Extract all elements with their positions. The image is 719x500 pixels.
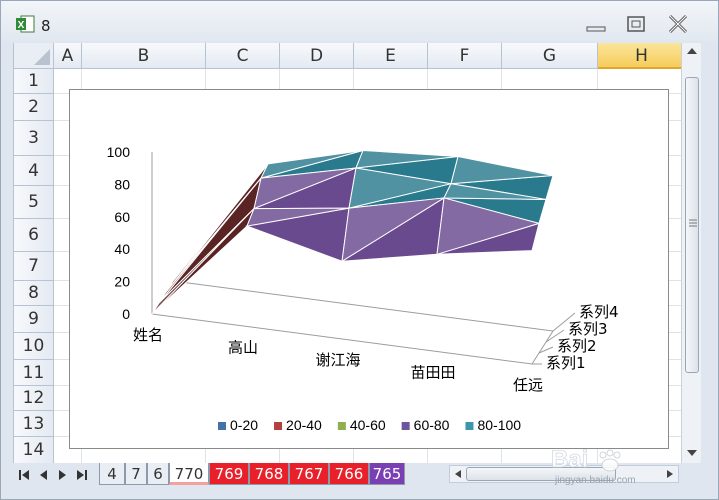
row-header-3[interactable]: 3 — [14, 121, 54, 156]
scroll-up-icon[interactable] — [685, 45, 699, 57]
row-header-5[interactable]: 5 — [14, 186, 54, 219]
watermark-subtext: jingyan.baidu.com — [554, 475, 636, 486]
z-tick-label: 0 — [122, 306, 130, 322]
legend-label: 80-100 — [477, 417, 521, 433]
legend-label: 60-80 — [414, 417, 450, 433]
z-tick-label: 100 — [107, 144, 131, 160]
vertical-scrollbar[interactable] — [681, 43, 701, 463]
row-header-6[interactable]: 6 — [14, 219, 54, 252]
column-header-g[interactable]: G — [502, 43, 598, 69]
legend-label: 0-20 — [230, 417, 258, 433]
series-label: 系列1 — [546, 354, 586, 372]
svg-text:X: X — [18, 20, 25, 31]
legend-swatch — [337, 422, 346, 430]
excel-window: X 8 ABCDEFGH 1 2 3 4 5 6 7 8 9 10 11 12 13 14 0 20 40 60… — [0, 0, 719, 500]
select-all-corner[interactable] — [14, 43, 54, 69]
sheet-tab-6[interactable]: 6 — [147, 463, 169, 485]
row-header-1[interactable]: 1 — [14, 69, 54, 94]
column-header-b[interactable]: B — [82, 43, 206, 69]
category-label: 苗田田 — [410, 364, 455, 382]
category-label: 任远 — [513, 376, 543, 394]
surface-patch — [151, 208, 255, 315]
sheet-tab-766[interactable]: 766 — [329, 463, 369, 485]
series-label: 系列3 — [568, 320, 608, 338]
prev-sheet-icon[interactable] — [40, 470, 47, 480]
window-title: 8 — [41, 17, 51, 35]
column-header-c[interactable]: C — [206, 43, 280, 69]
row-header-12[interactable]: 12 — [14, 386, 54, 411]
row-header-2[interactable]: 2 — [14, 94, 54, 121]
chart-legend: 0-20 20-40 40-60 60-80 80-100 — [218, 417, 521, 433]
surface-patches — [151, 149, 554, 315]
row-header-9[interactable]: 9 — [14, 306, 54, 333]
sheet-tab-4[interactable]: 4 — [99, 463, 125, 485]
legend-swatch — [218, 422, 226, 430]
close-icon[interactable] — [665, 13, 691, 35]
next-sheet-icon[interactable] — [59, 470, 66, 480]
legend-swatch — [274, 422, 283, 430]
vertical-scroll-thumb[interactable] — [685, 77, 699, 373]
surface-chart[interactable]: 0 20 40 60 80 100 姓名高山谢江海苗田田任远 系列1 系列2 系列3 系列4 0-20… — [69, 89, 669, 449]
sheet-tab-770[interactable]: 770 — [169, 463, 209, 485]
sheet-tab-769[interactable]: 769 — [209, 463, 249, 485]
z-tick-label: 80 — [114, 176, 130, 192]
excel-icon: X — [16, 15, 35, 33]
legend-swatch — [401, 422, 410, 430]
row-header-8[interactable]: 8 — [14, 281, 54, 306]
column-header-d[interactable]: D — [280, 43, 354, 69]
sheet-tab-768[interactable]: 768 — [249, 463, 289, 485]
column-header-f[interactable]: F — [428, 43, 502, 69]
category-label: 高山 — [228, 339, 258, 357]
title-bar: X 8 — [1, 1, 718, 41]
column-header-h[interactable]: H — [598, 43, 686, 69]
row-header-11[interactable]: 11 — [14, 360, 54, 386]
last-sheet-icon[interactable] — [77, 470, 87, 480]
column-header-e[interactable]: E — [354, 43, 428, 69]
row-header-14[interactable]: 14 — [14, 437, 54, 463]
sheet-tab-767[interactable]: 767 — [289, 463, 329, 485]
chart-canvas: 0 20 40 60 80 100 姓名高山谢江海苗田田任远系列1系列2系列3系列4 0-20… — [107, 144, 619, 433]
grip-icon — [689, 219, 697, 227]
surface-patch — [158, 177, 262, 304]
sheet-nav — [19, 470, 87, 480]
z-tick-label: 20 — [114, 274, 130, 290]
series-label: 系列4 — [579, 303, 619, 321]
baidu-watermark: Bai jingyan.baidu.com — [551, 446, 636, 486]
maximize-icon[interactable] — [623, 13, 649, 35]
first-sheet-icon[interactable] — [19, 470, 29, 480]
scroll-left-icon[interactable] — [452, 468, 464, 480]
category-label: 姓名 — [133, 326, 163, 344]
legend-swatch — [465, 422, 474, 430]
worksheet-grid[interactable]: ABCDEFGH 1 2 3 4 5 6 7 8 9 10 11 12 13 14 0 20 40 60 80 10… — [13, 43, 701, 463]
series-label: 系列2 — [557, 337, 597, 355]
legend-label: 40-60 — [350, 417, 386, 433]
sheet-tab-765[interactable]: 765 — [369, 463, 405, 485]
legend-label: 20-40 — [286, 417, 322, 433]
sheet-tab-7[interactable]: 7 — [125, 463, 147, 485]
column-header-a[interactable]: A — [54, 43, 82, 69]
row-header-4[interactable]: 4 — [14, 156, 54, 186]
minimize-icon[interactable] — [583, 13, 609, 35]
svg-text:Bai: Bai — [551, 446, 588, 473]
category-label: 谢江海 — [315, 351, 360, 369]
row-header-7[interactable]: 7 — [14, 252, 54, 281]
z-tick-label: 40 — [114, 241, 130, 257]
z-tick-label: 60 — [114, 209, 130, 225]
row-header-10[interactable]: 10 — [14, 333, 54, 360]
row-header-13[interactable]: 13 — [14, 411, 54, 437]
